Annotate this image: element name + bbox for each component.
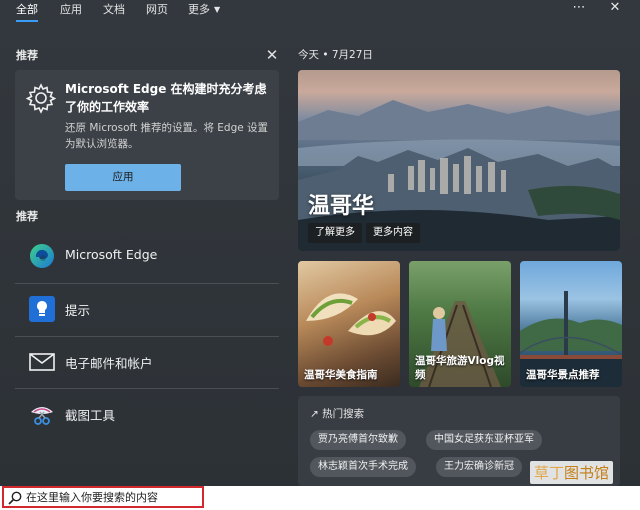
search-box[interactable] (2, 486, 204, 508)
site-watermark: 草丁图书馆 (530, 461, 614, 484)
hot-searches-title: ↗ 热门搜索 (310, 406, 364, 421)
card-caption: 温哥华景点推荐 (526, 369, 600, 381)
app-item-edge[interactable]: Microsoft Edge (15, 231, 279, 283)
learn-more-button[interactable]: 了解更多 (308, 223, 362, 243)
watermark-part-b: 图书馆 (564, 464, 610, 482)
hot-search-chip[interactable]: 王力宏确诊新冠 (436, 457, 522, 477)
hot-search-chip[interactable]: 贾乃亮傅首尔致歉 (310, 430, 406, 450)
tab-web[interactable]: 网页 (146, 0, 168, 32)
today-date: 今天 • 7月27日 (298, 49, 373, 61)
filter-tabs: 全部 应用 文档 网页 更多 ▼ ⋯ ✕ (0, 0, 640, 32)
card-caption: 温哥华美食指南 (304, 369, 378, 381)
apply-button[interactable]: 应用 (65, 164, 181, 191)
tab-web-label: 网页 (146, 3, 168, 16)
edge-icon (30, 244, 54, 268)
recommend-heading: 推荐 (16, 49, 38, 62)
card-food-guide[interactable]: 温哥华美食指南 (298, 261, 400, 387)
tab-all[interactable]: 全部 (16, 0, 38, 32)
app-item-mail[interactable]: 电子邮件和帐户 (15, 337, 279, 389)
taskbar-search-bar (0, 486, 640, 510)
promo-description: 还原 Microsoft 推荐的设置。将 Edge 设置为默认浏览器。 (65, 122, 269, 150)
promo-title: Microsoft Edge 在构建时充分考虑了你的工作效率 (65, 82, 267, 114)
snipping-tool-icon (31, 407, 53, 425)
card-travel-vlog[interactable]: 温哥华旅游Vlog视频 (409, 261, 511, 387)
watermark-part-a: 草丁 (534, 464, 565, 482)
app-label: 截图工具 (65, 408, 116, 423)
close-icon[interactable]: ✕ (604, 0, 626, 18)
card-attractions[interactable]: 温哥华景点推荐 (520, 261, 622, 387)
gear-icon (25, 83, 57, 114)
tips-icon (29, 296, 55, 322)
app-item-snipping-tool[interactable]: 截图工具 (15, 389, 279, 441)
search-icon (8, 491, 22, 505)
tab-apps[interactable]: 应用 (60, 0, 82, 32)
edge-promo-card: Microsoft Edge 在构建时充分考虑了你的工作效率 还原 Micros… (15, 70, 279, 200)
more-content-button[interactable]: 更多内容 (366, 223, 420, 243)
app-label: 提示 (65, 303, 91, 318)
hot-searches-label: 热门搜索 (322, 408, 365, 420)
app-item-tips[interactable]: 提示 (15, 284, 279, 336)
more-options-icon[interactable]: ⋯ (568, 0, 590, 18)
tab-documents[interactable]: 文档 (103, 0, 125, 32)
hot-search-chip[interactable]: 林志颖首次手术完成 (310, 457, 416, 477)
hero-title: 温哥华 (308, 194, 375, 219)
card-caption: 温哥华旅游Vlog视频 (415, 355, 505, 381)
mail-icon (29, 353, 55, 371)
search-input[interactable] (26, 489, 202, 506)
start-search-panel: 全部 应用 文档 网页 更多 ▼ ⋯ ✕ 推荐 ✕ Microsoft Edge … (0, 0, 640, 486)
dismiss-promo-icon[interactable]: ✕ (263, 46, 281, 64)
apps-heading: 推荐 (16, 210, 38, 223)
tab-apps-label: 应用 (60, 3, 82, 16)
chevron-down-icon: ▼ (214, 5, 221, 14)
tab-all-label: 全部 (16, 3, 38, 16)
app-label: Microsoft Edge (65, 247, 158, 262)
hot-search-chip[interactable]: 中国女足获东亚杯亚军 (426, 430, 542, 450)
hero-vancouver-card[interactable]: 温哥华 了解更多 更多内容 (298, 70, 620, 251)
tab-documents-label: 文档 (103, 3, 125, 16)
trending-icon: ↗ (310, 408, 319, 420)
app-label: 电子邮件和帐户 (65, 356, 153, 371)
tab-more[interactable]: 更多 ▼ (188, 0, 220, 32)
tab-more-label: 更多 (188, 3, 210, 16)
